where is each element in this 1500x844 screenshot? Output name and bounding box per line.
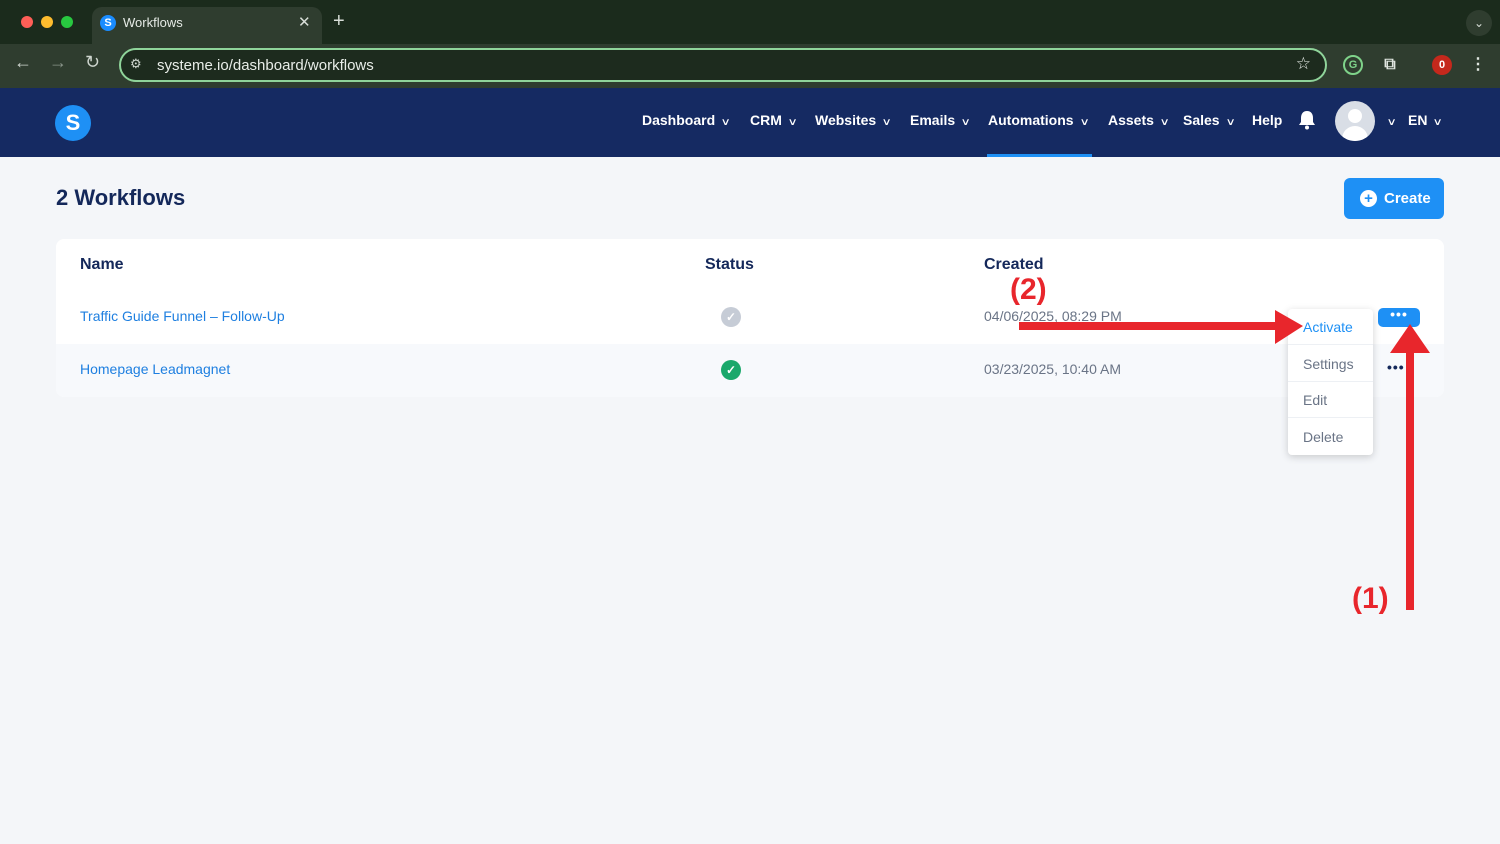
- annotation-arrows: [1019, 310, 1430, 610]
- arrow-1-head: [1390, 324, 1430, 353]
- arrow-1-shaft: [1406, 348, 1414, 610]
- annotation-step-1: (1): [1352, 582, 1389, 615]
- arrow-2-shaft: [1019, 322, 1279, 330]
- arrow-2-head: [1275, 310, 1303, 344]
- annotation-step-2: (2): [1010, 273, 1047, 306]
